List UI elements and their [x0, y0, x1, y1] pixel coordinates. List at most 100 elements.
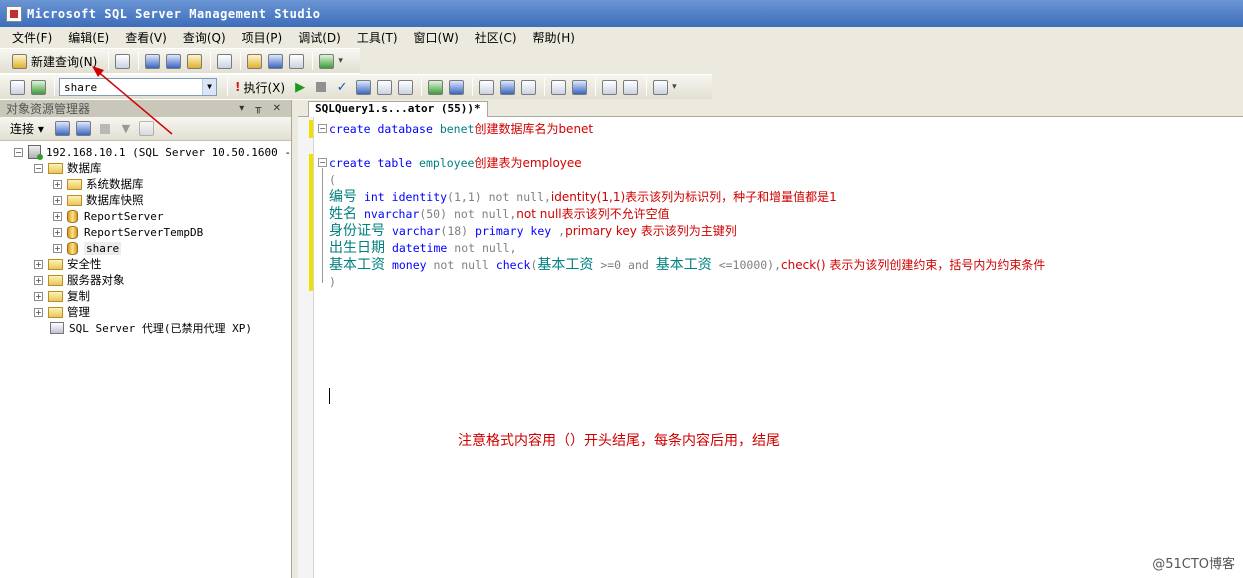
menu-file[interactable]: 文件(F)	[12, 29, 52, 46]
tree-node-reportserver[interactable]: + ReportServer	[0, 208, 291, 224]
standard-toolbar: 新建查询(N) ▾	[0, 48, 360, 73]
tab-sqlquery1[interactable]: SQLQuery1.s...ator (55))*	[308, 101, 488, 117]
tree-node-database-snapshots[interactable]: + 数据库快照	[0, 192, 291, 208]
menu-edit[interactable]: 编辑(E)	[68, 29, 109, 46]
results-to-grid-icon	[499, 79, 515, 95]
expand-icon[interactable]: +	[53, 243, 62, 253]
debug-button[interactable]: ▶	[291, 77, 309, 97]
keyword: check	[495, 258, 531, 272]
increase-indent-button[interactable]	[621, 77, 639, 97]
tree-node-replication[interactable]: + 复制	[0, 288, 291, 304]
connect-query-button[interactable]	[8, 77, 26, 97]
tree-node-databases[interactable]: − 数据库	[0, 160, 291, 176]
xmla-query-button[interactable]	[185, 51, 203, 71]
tree-node-security[interactable]: + 安全性	[0, 256, 291, 272]
intellisense-button[interactable]	[426, 77, 444, 97]
folder-icon	[48, 274, 63, 286]
toolbar-separator	[646, 78, 648, 96]
comment-out-button[interactable]	[549, 77, 567, 97]
tree-node-share[interactable]: + share	[0, 240, 291, 256]
display-estimated-plan-button[interactable]	[354, 77, 372, 97]
menu-debug[interactable]: 调试(D)	[298, 29, 341, 46]
menu-query[interactable]: 查询(Q)	[183, 29, 226, 46]
expand-icon[interactable]: +	[34, 291, 43, 301]
include-actual-plan-button[interactable]	[447, 77, 465, 97]
expand-icon[interactable]: +	[34, 259, 43, 269]
menu-help[interactable]: 帮助(H)	[533, 29, 575, 46]
menu-window[interactable]: 窗口(W)	[414, 29, 459, 46]
tree-label: 安全性	[67, 257, 102, 271]
expand-icon[interactable]: +	[53, 179, 62, 189]
decrease-indent-button[interactable]	[600, 77, 618, 97]
parse-button[interactable]: ✓	[333, 77, 351, 97]
tree-node-system-databases[interactable]: + 系统数据库	[0, 176, 291, 192]
print-button[interactable]	[287, 51, 305, 71]
results-to-text-button[interactable]	[477, 77, 495, 97]
new-file-button[interactable]	[113, 51, 131, 71]
query-options-button[interactable]	[396, 77, 414, 97]
panel-controls[interactable]: ▾ ╥ ✕	[239, 103, 285, 114]
new-query-button[interactable]: 新建查询(N)	[8, 51, 101, 71]
connect-object-explorer-button[interactable]	[54, 119, 72, 139]
tree-node-reportservertempdb[interactable]: + ReportServerTempDB	[0, 224, 291, 240]
toolbar-overflow-icon[interactable]: ▾	[672, 82, 677, 92]
tree-node-server[interactable]: − 192.168.10.1 (SQL Server 10.50.1600 - …	[0, 144, 311, 160]
collapse-icon[interactable]: −	[34, 163, 43, 173]
tree-node-management[interactable]: + 管理	[0, 304, 291, 320]
agent-icon	[50, 322, 64, 334]
results-to-grid-button[interactable]	[498, 77, 516, 97]
expand-icon[interactable]: +	[34, 275, 43, 285]
column-name: 基本工资	[329, 257, 385, 273]
copy-file-icon	[216, 53, 232, 69]
code-line-7: 出生日期 datetime not null,	[329, 240, 517, 257]
app-icon	[6, 5, 22, 22]
expand-icon[interactable]: +	[53, 227, 62, 237]
refresh-button[interactable]	[138, 119, 156, 139]
document-tabs: SQLQuery1.s...ator (55))*	[298, 100, 1243, 117]
specify-template-values-button[interactable]	[651, 77, 669, 97]
execute-button[interactable]: ! 执行(X)	[232, 77, 288, 97]
collapse-icon[interactable]: −	[318, 158, 327, 167]
connect-dropdown[interactable]: 连接 ▾	[10, 120, 44, 137]
folder-icon	[48, 290, 63, 302]
filter-button[interactable]: ▼	[117, 119, 135, 139]
collapse-icon[interactable]: −	[318, 124, 327, 133]
tree-node-sql-agent[interactable]: SQL Server 代理(已禁用代理 XP)	[0, 320, 291, 336]
tree-label: 管理	[67, 305, 90, 319]
code-line-4: 编号 int identity(1,1) not null,identity(1…	[329, 189, 837, 206]
query-designer-button[interactable]	[375, 77, 393, 97]
menu-community[interactable]: 社区(C)	[475, 29, 517, 46]
menu-tools[interactable]: 工具(T)	[357, 29, 398, 46]
code-line-6: 身份证号 varchar(18) primary key ,primary ke…	[329, 223, 737, 240]
expand-icon[interactable]: +	[53, 211, 62, 221]
database-engine-query-button[interactable]	[143, 51, 161, 71]
stop-button[interactable]	[96, 119, 114, 139]
intellisense-icon	[427, 79, 443, 95]
database-select[interactable]: share ▼	[59, 78, 217, 96]
copy-file-button[interactable]	[215, 51, 233, 71]
toolbar-overflow-icon[interactable]: ▾	[338, 56, 343, 66]
expand-icon[interactable]: +	[53, 195, 62, 205]
query-designer-icon	[376, 79, 392, 95]
folder-icon	[67, 194, 82, 206]
save-button[interactable]	[266, 51, 284, 71]
database-select-value: share	[64, 80, 98, 94]
disconnect-button[interactable]	[75, 119, 93, 139]
analysis-query-button[interactable]	[164, 51, 182, 71]
tree-node-server-objects[interactable]: + 服务器对象	[0, 272, 291, 288]
annotation-comment: primary key 表示该列为主键列	[565, 224, 737, 238]
change-connection-button[interactable]	[29, 77, 47, 97]
database-icon	[67, 241, 78, 255]
results-to-file-button[interactable]	[519, 77, 537, 97]
menu-project[interactable]: 项目(P)	[242, 29, 283, 46]
open-file-button[interactable]	[245, 51, 263, 71]
chevron-down-icon[interactable]: ▼	[202, 79, 216, 95]
collapse-icon[interactable]: −	[14, 147, 23, 157]
menu-view[interactable]: 查看(V)	[125, 29, 167, 46]
activity-monitor-button[interactable]	[317, 51, 335, 71]
code-line-1: create database benet创建数据库名为benet	[329, 121, 593, 138]
cancel-query-button[interactable]	[312, 77, 330, 97]
expand-icon[interactable]: +	[34, 307, 43, 317]
uncomment-button[interactable]	[570, 77, 588, 97]
server-label: 192.168.10.1 (SQL Server 10.50.1600 - WI	[46, 145, 311, 159]
